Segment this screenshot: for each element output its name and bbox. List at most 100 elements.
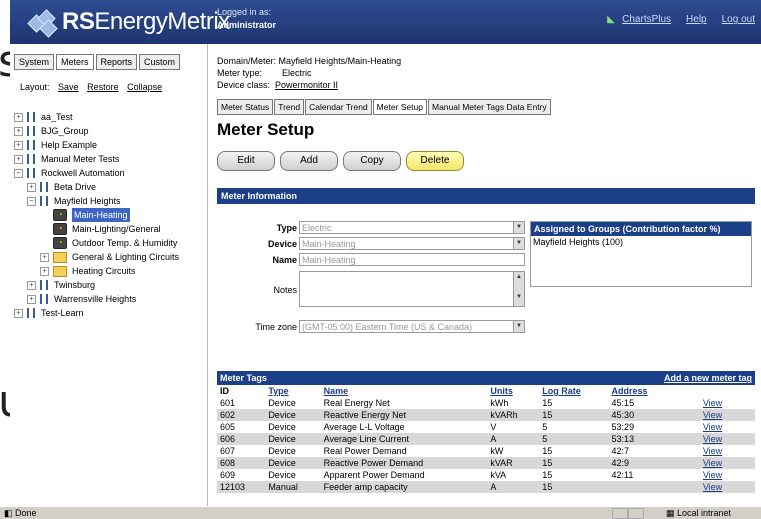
table-cell: 601 [220,398,236,408]
view-cell: View [699,409,755,421]
view-link[interactable]: View [703,398,722,408]
meter-info-header: Meter Information [217,188,755,204]
left-tab-meters[interactable]: Meters [56,54,94,70]
tree-item-label: Help Example [41,140,98,150]
expand-icon[interactable]: + [14,154,23,164]
collapse-icon[interactable]: − [14,168,23,178]
left-tab-system[interactable]: System [14,54,55,70]
view-link[interactable]: View [703,470,722,480]
status-cell [628,508,644,519]
column-header[interactable]: Type [265,385,320,397]
tree-item[interactable]: + Test-Learn [14,306,207,320]
table-cell: kWh [490,398,509,408]
expand-icon[interactable]: + [27,280,36,290]
add-button[interactable]: Add [280,151,338,171]
layout-restore-link[interactable]: Restore [87,82,119,92]
timezone-select[interactable]: (GMT-05:00) Eastern Time (US & Canada) ▼ [299,320,525,333]
table-cell: 45:30 [608,409,700,421]
expand-icon[interactable]: + [27,182,36,192]
chartsplus-link[interactable]: ◣ ChartsPlus [607,14,671,25]
tree-item[interactable]: + Help Example [14,138,207,152]
tab-trend[interactable]: Trend [274,99,305,115]
tree-item[interactable]: + Warrensville Heights [14,292,207,306]
tree-item[interactable]: + Manual Meter Tests [14,152,207,166]
tree-item[interactable]: − Rockwell Automation [14,166,207,180]
logout-link[interactable]: Log out [722,14,755,25]
layout-collapse-link[interactable]: Collapse [127,82,162,92]
groups-value[interactable]: Mayfield Heights (100) [531,236,751,248]
column-header[interactable]: Log Rate [539,385,608,397]
type-select[interactable]: Electric ▼ [299,221,525,234]
table-cell: A [487,433,540,445]
device-class-link[interactable]: Powermonitor II [275,80,338,90]
device-select[interactable]: Main-Heating ▼ [299,237,525,250]
expand-icon[interactable]: + [14,140,23,150]
status-cell [612,508,628,519]
view-link[interactable]: View [703,422,722,432]
tree-item-label: BJG_Group [41,126,89,136]
copy-button[interactable]: Copy [343,151,401,171]
view-link[interactable]: View [703,410,722,420]
logged-user: Administrator [217,20,277,30]
notes-label: Notes [273,285,297,295]
tree-item[interactable]: + Beta Drive [14,180,207,194]
column-header[interactable]: Units [487,385,539,397]
left-tab-reports[interactable]: Reports [95,54,138,70]
tab-calendar-trend[interactable]: Calendar Trend [305,99,372,115]
view-link[interactable]: View [703,482,722,492]
left-tabs: System Meters Reports Custom [14,54,181,70]
view-link[interactable]: View [703,458,722,468]
table-cell: 15 [542,446,553,456]
tree-item[interactable]: + Twinsburg [14,278,207,292]
tab-meter-status[interactable]: Meter Status [217,99,274,115]
tree-item[interactable]: +◔Outdoor Temp. & Humidity [14,236,207,250]
left-tab-custom[interactable]: Custom [139,54,181,70]
tree-item[interactable]: − Mayfield Heights [14,194,207,208]
tree-item[interactable]: +◔Main-Heating [14,208,207,222]
collapse-icon[interactable]: − [27,196,36,206]
view-link[interactable]: View [703,446,722,456]
table-cell: 608 [217,457,266,469]
tree-item[interactable]: +◔Main-Lighting/General [14,222,207,236]
meter-form: Type Electric ▼ Device Main-Heating ▼ Name… [217,219,755,365]
expand-icon[interactable]: + [27,294,36,304]
table-cell: Feeder amp capacity [320,481,488,493]
column-header[interactable]: Address [609,385,700,397]
chartsplus-label[interactable]: ChartsPlus [622,14,671,25]
tree-item[interactable]: + aa_Test [14,110,207,124]
groups-header: Assigned to Groups (Contribution factor … [531,222,751,236]
table-cell: kVARh [487,409,540,421]
expand-icon[interactable]: + [14,308,23,318]
help-link[interactable]: Help [686,14,707,25]
expand-icon[interactable]: + [14,126,23,136]
group-tree-icon [27,112,35,122]
logged-label: Logged in as: [217,7,272,17]
layout-save-link[interactable]: Save [58,82,79,92]
table-cell: 42:7 [611,446,630,456]
add-meter-tag-link[interactable]: Add a new meter tag [664,373,752,383]
notes-textarea[interactable]: ▲ ▼ [299,271,525,307]
edit-button[interactable]: Edit [217,151,275,171]
chevron-down-icon: ▼ [513,238,524,249]
view-link[interactable]: View [703,434,722,444]
status-bar: ◧ Done ▦ Local intranet [0,506,761,519]
device-label: Device [267,239,297,249]
tab-meter-setup[interactable]: Meter Setup [372,99,427,115]
group-tree-icon [27,308,35,318]
expand-icon[interactable]: + [14,112,23,122]
tree-item[interactable]: + General & Lighting Circuits [14,250,207,264]
expand-icon[interactable]: + [40,266,49,276]
name-label: Name [272,255,297,265]
table-cell: Device [265,433,321,445]
delete-button[interactable]: Delete [406,151,464,171]
tree-item[interactable]: + Heating Circuits [14,264,207,278]
table-cell: 53:29 [611,422,635,432]
name-input[interactable]: Main-Heating [299,253,525,266]
tree-item[interactable]: + BJG_Group [14,124,207,138]
group-tree-icon [27,168,35,178]
column-header[interactable]: Name [321,385,488,397]
column-header: ID [220,386,229,396]
expand-icon[interactable]: + [40,252,49,262]
tab-manual-meter-tags-data-entry[interactable]: Manual Meter Tags Data Entry [427,99,551,115]
top-bar: RSEnergyMetrix Logged in as: Administrat… [10,0,761,44]
